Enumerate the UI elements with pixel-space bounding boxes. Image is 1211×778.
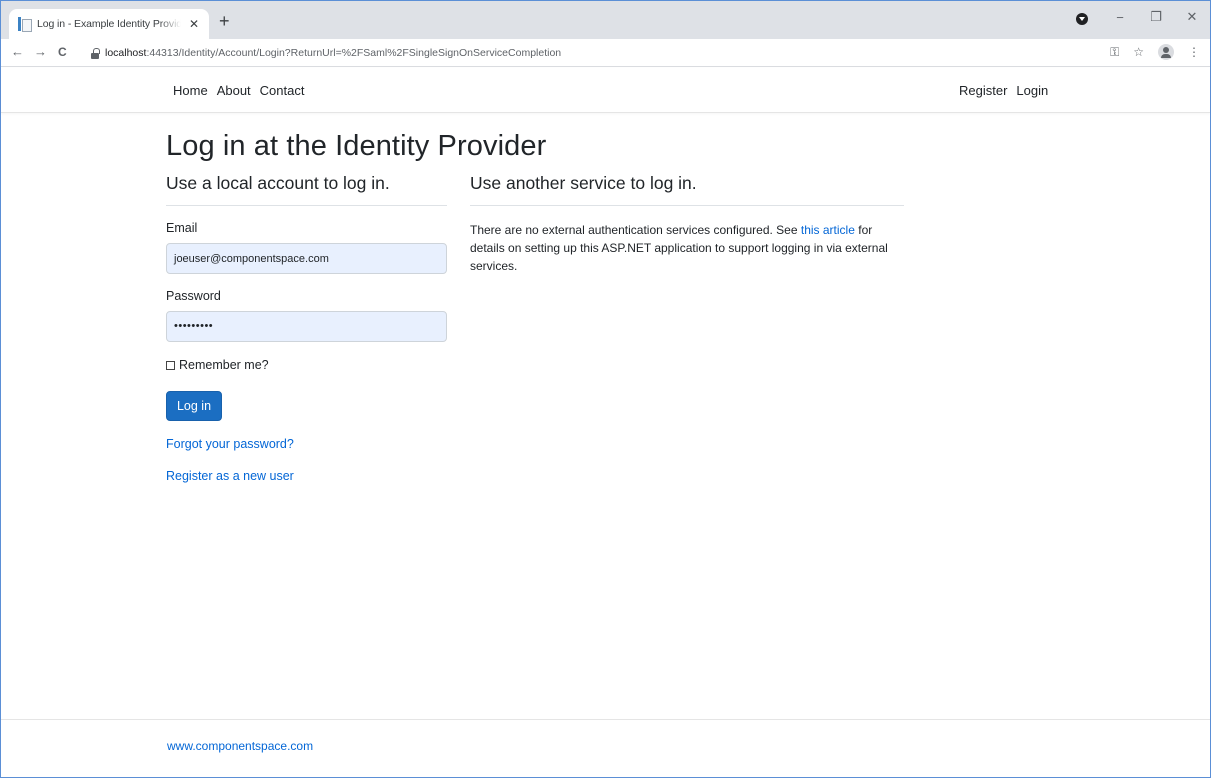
password-field[interactable]: ••••••••• xyxy=(166,311,447,342)
nav-register[interactable]: Register xyxy=(959,83,1007,98)
nav-left: Home About Contact xyxy=(173,83,304,98)
tab-title: Log in - Example Identity Provider xyxy=(37,18,181,30)
browser-toolbar: ← → C localhost:44313/Identity/Account/L… xyxy=(1,39,1210,67)
external-service-heading: Use another service to log in. xyxy=(470,173,904,206)
lock-icon[interactable] xyxy=(91,47,100,59)
external-text-before: There are no external authentication ser… xyxy=(470,223,801,237)
restore-button[interactable]: ❐ xyxy=(1138,9,1174,25)
browser-tabstrip: Log in - Example Identity Provider ✕ + −… xyxy=(1,1,1210,39)
tab-close-icon[interactable]: ✕ xyxy=(187,17,201,31)
login-button[interactable]: Log in xyxy=(166,391,222,421)
external-services-text: There are no external authentication ser… xyxy=(470,221,904,275)
register-new-user-link[interactable]: Register as a new user xyxy=(166,469,447,483)
new-tab-button[interactable]: + xyxy=(219,12,230,30)
url-path: :44313/Identity/Account/Login?ReturnUrl=… xyxy=(146,47,562,59)
page-title: Log in at the Identity Provider xyxy=(166,130,547,162)
local-login-section: Use a local account to log in. Email joe… xyxy=(166,173,447,483)
this-article-link[interactable]: this article xyxy=(801,223,855,237)
remember-me-checkbox[interactable] xyxy=(166,360,175,370)
email-value: joeuser@componentspace.com xyxy=(174,252,329,265)
close-window-button[interactable]: ✕ xyxy=(1174,9,1210,25)
browser-tab[interactable]: Log in - Example Identity Provider ✕ xyxy=(9,9,209,39)
url-host: localhost xyxy=(105,47,147,59)
email-label: Email xyxy=(166,221,198,235)
chrome-extension-icon[interactable] xyxy=(1076,13,1088,25)
nav-login[interactable]: Login xyxy=(1016,83,1048,98)
address-bar[interactable]: localhost:44313/Identity/Account/Login?R… xyxy=(91,43,1081,63)
password-label: Password xyxy=(166,289,221,303)
site-navbar: Home About Contact Register Login xyxy=(1,68,1210,113)
nav-right: Register Login xyxy=(959,83,1048,98)
page-content: Home About Contact Register Login Log in… xyxy=(1,68,1210,777)
toolbar-actions: ⚿ ☆ ⋮ xyxy=(1110,44,1200,60)
password-value: ••••••••• xyxy=(174,320,214,332)
external-login-section: Use another service to log in. There are… xyxy=(470,173,904,275)
menu-icon[interactable]: ⋮ xyxy=(1188,45,1200,59)
reload-icon[interactable]: C xyxy=(58,45,67,59)
key-icon[interactable]: ⚿ xyxy=(1110,45,1119,60)
star-icon[interactable]: ☆ xyxy=(1133,45,1144,59)
window-controls: − ❐ ✕ xyxy=(1102,1,1210,33)
remember-me-row: Remember me? xyxy=(166,358,447,372)
forward-arrow-icon[interactable]: → xyxy=(34,44,47,59)
email-field[interactable]: joeuser@componentspace.com xyxy=(166,243,447,274)
footer-website-link[interactable]: www.componentspace.com xyxy=(167,739,313,753)
minimize-button[interactable]: − xyxy=(1102,10,1138,25)
forgot-password-link[interactable]: Forgot your password? xyxy=(166,437,447,451)
nav-contact[interactable]: Contact xyxy=(260,83,305,98)
back-arrow-icon[interactable]: ← xyxy=(11,44,24,59)
nav-about[interactable]: About xyxy=(217,83,251,98)
favicon-icon xyxy=(17,17,32,32)
site-footer: www.componentspace.com xyxy=(1,719,1210,777)
local-account-heading: Use a local account to log in. xyxy=(166,173,447,206)
nav-home[interactable]: Home xyxy=(173,83,208,98)
remember-me-label[interactable]: Remember me? xyxy=(179,358,269,372)
profile-avatar-icon[interactable] xyxy=(1158,44,1174,60)
